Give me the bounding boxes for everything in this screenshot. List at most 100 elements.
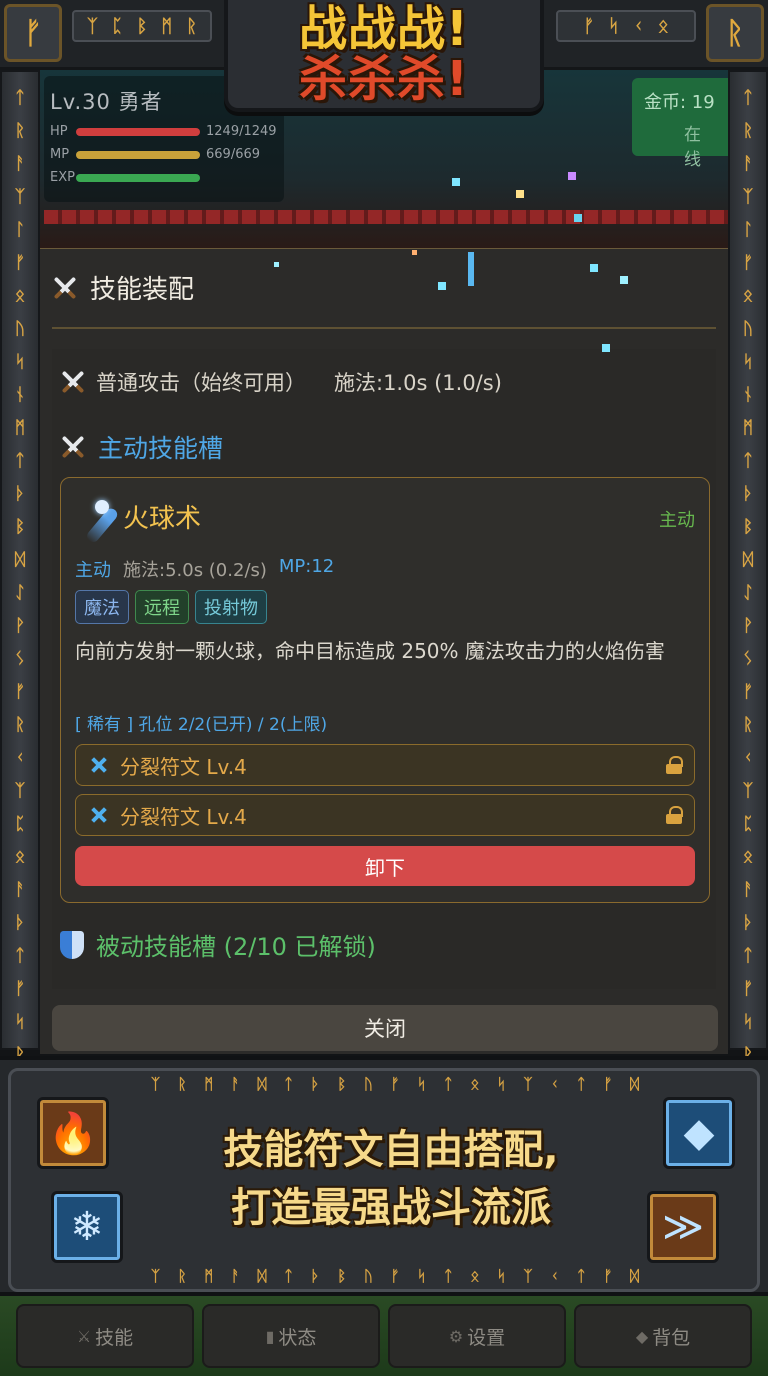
- rune-glyph: ᚱ: [742, 121, 754, 141]
- rune-glyph: ᚲ: [550, 1075, 560, 1093]
- nav-settings-button[interactable]: ⚙ 设置: [388, 1304, 566, 1368]
- rune-glyph: ᛏ: [14, 946, 26, 966]
- nav-status-button[interactable]: ▮ 状态: [202, 1304, 380, 1368]
- rune-glyph: ᛇ: [14, 583, 26, 603]
- slogan-line-2: 打造最强战斗流派: [231, 1185, 551, 1231]
- close-button[interactable]: 关闭: [52, 1005, 718, 1051]
- rune-glyph: ᚠ: [603, 1267, 613, 1285]
- mp-row: MP 669/669: [50, 147, 278, 162]
- banner-slogan: 技能符文自由搭配, 打造最强战斗流派: [131, 1121, 651, 1237]
- rune-glyph: ᛈ: [14, 814, 26, 834]
- rune-glyph: ᚠ: [14, 979, 26, 999]
- rune-glyph: ᚹ: [14, 616, 26, 636]
- rune-glyph: ᚢ: [14, 319, 26, 339]
- rune-glyph: ᚱ: [742, 715, 754, 735]
- crossed-swords-icon: [60, 434, 86, 460]
- tag-projectile: 投射物: [195, 590, 267, 624]
- rune-glyph: ᛉ: [86, 15, 98, 37]
- rune-glyph: ᛒ: [136, 15, 148, 37]
- rune-glyph: ᛏ: [742, 946, 754, 966]
- rune-glyph: ᛏ: [14, 88, 26, 108]
- nav-label: 技能: [95, 1326, 134, 1349]
- rune-glyph: ᛋ: [417, 1267, 427, 1285]
- rune-slot-label: 分裂符文 Lv.4: [120, 754, 247, 779]
- rune-glyph: ᛏ: [576, 1267, 586, 1285]
- rune-glyph: ᛉ: [151, 1267, 161, 1285]
- rune-glyph: ᛗ: [204, 1075, 214, 1093]
- rune-glyph: ᚨ: [230, 1075, 240, 1093]
- rune-glyph: ᛋ: [496, 1075, 506, 1093]
- active-slot-label: 主动技能槽: [98, 434, 224, 463]
- rune-glyph: ᛉ: [14, 187, 26, 207]
- rune-glyph: ᛚ: [14, 220, 26, 240]
- tag-magic: 魔法: [75, 590, 129, 624]
- rune-glyph: ᛋ: [496, 1267, 506, 1285]
- rune-glyph: ᚠ: [742, 253, 754, 273]
- nav-label: 状态: [278, 1326, 317, 1349]
- rune-glyph: ᛉ: [523, 1075, 533, 1093]
- hp-row: HP 1249/1249: [50, 124, 278, 139]
- gold-hud: 金币: 19 在线: [632, 78, 728, 170]
- frame-left: ᛏᚱᚨᛉᛚᚠᛟᚢᛋᚾᛗᛏᚦᛒᛞᛇᚹᛊᚠᚱᚲᛉᛈᛟᚨᚦᛏᚠᛋᚱᛗᚠᛋᚱᚦ: [0, 70, 40, 1230]
- mp-label: MP: [50, 147, 70, 162]
- particle: [438, 282, 446, 290]
- rune-glyph: ᚠ: [14, 253, 26, 273]
- unequip-button[interactable]: 卸下: [75, 846, 695, 886]
- rune-glyph: ᚠ: [390, 1075, 400, 1093]
- rune-glyph: ᛉ: [742, 781, 754, 801]
- skill-type: 主动: [75, 560, 111, 581]
- lock-icon: [666, 756, 683, 774]
- rune-glyph: ᛏ: [742, 451, 754, 471]
- rune-glyph: ᚨ: [230, 1267, 240, 1285]
- gold-label: 金币: 19: [644, 92, 715, 113]
- frame-right: ᛏᚱᚨᛉᛚᚠᛟᚢᛋᚾᛗᛏᚦᛒᛞᛇᚹᛊᚠᚱᚲᛉᛈᛟᚨᚦᛏᚠᛋᚱᛗᚠᛋᚱᚦ: [728, 70, 768, 1230]
- nav-skills-button[interactable]: ⚔ 技能: [16, 1304, 194, 1368]
- skill-head: 火球术: [75, 498, 201, 535]
- rune-glyph: ᛞ: [629, 1267, 639, 1285]
- particle: [568, 172, 576, 180]
- rune-glyph: ᛉ: [151, 1075, 161, 1093]
- menu-corner-right[interactable]: ᚱ: [706, 4, 764, 62]
- ice-crystal-icon: ◆: [663, 1097, 735, 1169]
- skill-equip-panel: 技能装配 普通攻击（始终可用） 施法:1.0s (1.0/s) 主动技能槽 火球…: [40, 248, 728, 1054]
- rune-glyph: ᛏ: [443, 1267, 453, 1285]
- logo-line-1: 战战战!: [299, 1, 469, 57]
- rune-glyph: ᚦ: [742, 913, 754, 933]
- basic-attack-label: 普通攻击（始终可用）: [96, 371, 306, 395]
- rune-glyph: ᚠ: [603, 1075, 613, 1093]
- rune-strip-left: ᛉ ᛈ ᛒ ᛗ ᚱ: [72, 10, 212, 42]
- nav-bag-button[interactable]: ◆ 背包: [574, 1304, 752, 1368]
- bag-icon: ◆: [635, 1326, 649, 1346]
- rune-glyph: ᛗ: [204, 1267, 214, 1285]
- rune-glyph: ᚠ: [14, 682, 26, 702]
- rune-glyph: ᛋ: [742, 352, 754, 372]
- rune-glyph: ᛟ: [14, 286, 26, 306]
- rune-glyph: ᚨ: [14, 880, 26, 900]
- rune-glyph: ᚦ: [310, 1075, 320, 1093]
- rune-glyph: ᛉ: [14, 781, 26, 801]
- menu-corner-left[interactable]: ᚠ: [4, 4, 62, 62]
- passive-slot-title[interactable]: 被动技能槽 (2/10 已解锁): [60, 927, 376, 962]
- rune-glyph: ᚦ: [14, 484, 26, 504]
- rune-glyph: ᛞ: [257, 1075, 267, 1093]
- panel-header: 技能装配: [52, 269, 194, 306]
- rune-glyph: ᛈ: [111, 15, 123, 37]
- split-rune-icon: [88, 754, 110, 776]
- rune-glyph: ᛒ: [14, 517, 26, 537]
- banner-runes-bottom: ᛉᚱᛗᚨᛞᛏᚦᛒᚢᚠᛋᛏᛟᛋᛉᚲᛏᚠᛞ: [151, 1267, 639, 1289]
- skill-description: 向前方发射一颗火球，命中目标造成 250% 魔法攻击力的火焰伤害: [75, 639, 665, 663]
- rune-glyph: ᚾ: [14, 385, 26, 405]
- skill-card-fireball[interactable]: 火球术 主动 主动 施法:5.0s (0.2/s) MP:12 魔法 远程 投射…: [60, 477, 710, 903]
- panel-scroll-area[interactable]: 普通攻击（始终可用） 施法:1.0s (1.0/s) 主动技能槽 火球术 主动 …: [52, 349, 716, 989]
- particle: [574, 214, 582, 222]
- wind-blade-icon: ≫: [647, 1191, 719, 1263]
- rune-glyph: ᛏ: [742, 88, 754, 108]
- swords-icon: ⚔: [76, 1326, 92, 1346]
- skill-kind-badge: 主动: [659, 510, 695, 531]
- rune-glyph: ᛏ: [576, 1075, 586, 1093]
- logo-line-2: 杀杀杀!: [299, 51, 469, 107]
- rune-slot-2[interactable]: 分裂符文 Lv.4: [75, 794, 695, 836]
- rune-slot-1[interactable]: 分裂符文 Lv.4: [75, 744, 695, 786]
- particle: [516, 190, 524, 198]
- rune-glyph: ᛞ: [257, 1267, 267, 1285]
